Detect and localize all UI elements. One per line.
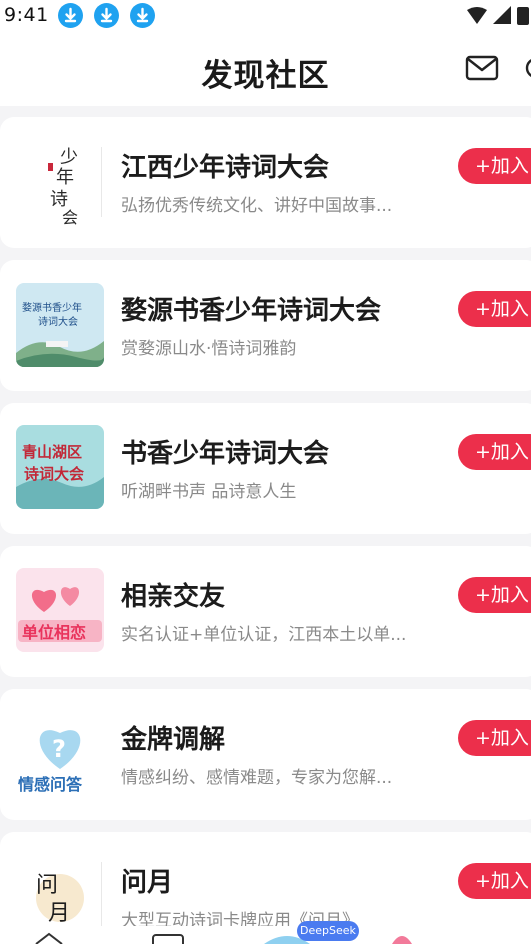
community-description: 听湖畔书声 品诗意人生 <box>121 482 297 502</box>
join-button[interactable]: +加入 <box>458 720 531 756</box>
svg-text:情感问答: 情感问答 <box>18 775 83 794</box>
signal-battery-icons <box>467 6 529 25</box>
join-button[interactable]: +加入 <box>458 577 531 613</box>
community-thumbnail: 单位相恋 <box>16 568 104 652</box>
bottom-tab-bar <box>0 926 531 944</box>
svg-text:诗词大会: 诗词大会 <box>24 465 84 483</box>
divider <box>101 862 102 932</box>
thumb-art-text: 少 <box>60 147 78 168</box>
download-icon <box>130 3 155 28</box>
join-button[interactable]: +加入 <box>458 863 531 899</box>
community-thumbnail: 婺源书香少年 诗词大会 <box>16 283 104 367</box>
community-card[interactable]: 单位相恋 相亲交友 实名认证+单位认证，江西本土以单... +加入 <box>0 546 531 677</box>
svg-text:问: 问 <box>36 873 58 898</box>
download-icon <box>94 3 119 28</box>
svg-text:诗词大会: 诗词大会 <box>38 315 78 328</box>
community-card[interactable]: 青山湖区 诗词大会 书香少年诗词大会 听湖畔书声 品诗意人生 +加入 <box>0 403 531 534</box>
community-title: 金牌调解 <box>121 725 226 755</box>
deepseek-badge[interactable]: DeepSeek <box>297 921 359 941</box>
svg-text:诗: 诗 <box>50 189 68 210</box>
status-bar: 9:41 <box>0 0 531 32</box>
svg-text:会: 会 <box>62 208 78 227</box>
heart-icon[interactable] <box>390 932 414 944</box>
community-title: 问月 <box>121 868 174 898</box>
community-card[interactable]: 婺源书香少年 诗词大会 婺源书香少年诗词大会 赏婺源山水·悟诗词雅韵 +加入 <box>0 260 531 391</box>
community-description: 情感纠纷、感情难题，专家为您解... <box>121 768 393 788</box>
community-description: 赏婺源山水·悟诗词雅韵 <box>121 339 297 359</box>
community-thumbnail: ? 情感问答 <box>16 711 104 795</box>
svg-text:?: ? <box>52 735 66 763</box>
community-card[interactable]: ? 情感问答 金牌调解 情感纠纷、感情难题，专家为您解... +加入 <box>0 689 531 820</box>
join-button[interactable]: +加入 <box>458 291 531 327</box>
download-icon <box>58 3 83 28</box>
svg-text:年: 年 <box>56 167 74 188</box>
community-title: 婺源书香少年诗词大会 <box>121 296 382 326</box>
community-card[interactable]: 少 年 诗 会 江西少年诗词大会 弘扬优秀传统文化、讲好中国故事... +加入 <box>0 117 531 248</box>
settings-icon[interactable] <box>522 54 531 82</box>
community-description: 实名认证+单位认证，江西本土以单... <box>121 625 407 645</box>
join-button[interactable]: +加入 <box>458 148 531 184</box>
community-thumbnail: 青山湖区 诗词大会 <box>16 425 104 509</box>
svg-text:月: 月 <box>48 901 70 926</box>
community-description: 弘扬优秀传统文化、讲好中国故事... <box>121 196 393 216</box>
community-thumbnail: 少 年 诗 会 <box>16 143 104 227</box>
community-title: 相亲交友 <box>121 582 226 612</box>
mail-icon[interactable] <box>465 54 499 82</box>
svg-text:青山湖区: 青山湖区 <box>22 443 82 461</box>
status-time: 9:41 <box>4 4 49 26</box>
page-title: 发现社区 <box>201 58 330 94</box>
svg-text:婺源书香少年: 婺源书香少年 <box>22 301 82 314</box>
header: 发现社区 <box>0 32 531 106</box>
divider <box>101 147 102 217</box>
video-icon[interactable] <box>152 934 184 944</box>
svg-text:单位相恋: 单位相恋 <box>22 623 86 642</box>
home-icon[interactable] <box>34 932 64 944</box>
community-title: 江西少年诗词大会 <box>121 153 330 183</box>
join-button[interactable]: +加入 <box>458 434 531 470</box>
community-title: 书香少年诗词大会 <box>121 439 330 469</box>
